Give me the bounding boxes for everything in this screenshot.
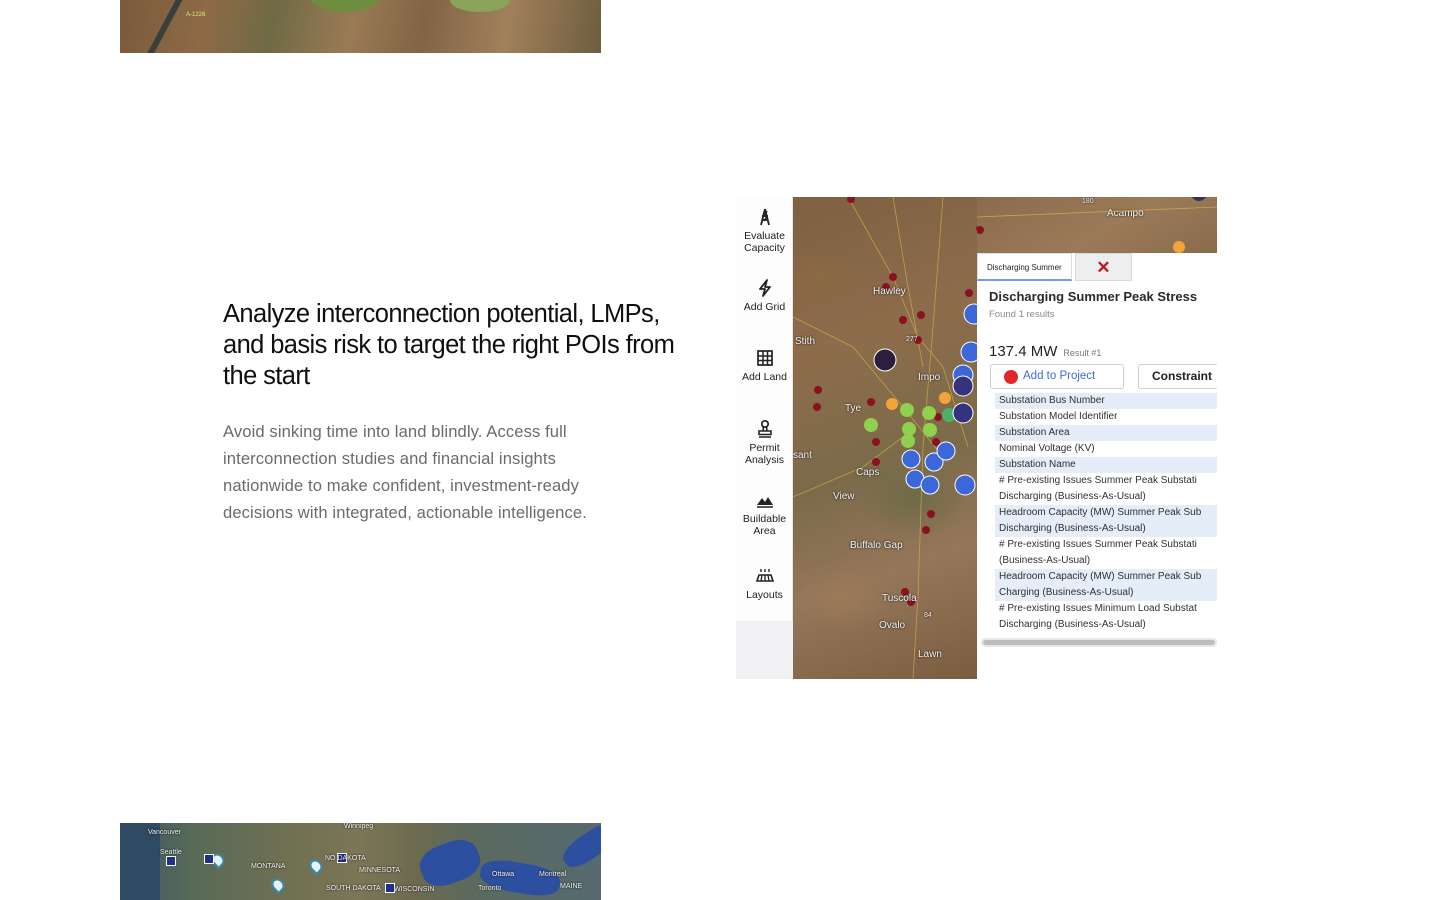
bottom-map-image: Vancouver Seattle Winnipeg MONTANA NO DA… [120, 823, 601, 900]
list-item: Nominal Voltage (KV) [995, 441, 1217, 457]
highway-shield: 84 [924, 612, 932, 619]
highway-shield: 277 [906, 336, 918, 343]
cart-icon [1004, 370, 1018, 384]
green-field-2 [450, 0, 510, 12]
horizontal-scrollbar[interactable] [981, 638, 1217, 647]
list-item: Substation Bus Number [995, 393, 1217, 409]
map-label: WISCONSIN [394, 886, 435, 893]
map-label: Ottawa [492, 871, 515, 878]
list-item: # Pre-existing Issues Summer Peak Substa… [995, 537, 1217, 553]
map-label: SOUTH DAKOTA [326, 885, 381, 892]
road-tag: A-1226 [186, 12, 206, 18]
list-item: Discharging (Business-As-Usual) [995, 521, 1217, 537]
tower-icon [759, 208, 770, 226]
map-label: Stith [795, 336, 816, 347]
map-label: Vancouver [148, 829, 181, 836]
list-item: Substation Area [995, 425, 1217, 441]
tool-add-land[interactable]: Add Land [736, 348, 793, 383]
tool-label: Buildable Area [742, 513, 787, 537]
list-item: Headroom Capacity (MW) Summer Peak Sub [995, 569, 1217, 585]
map-overlay [793, 197, 977, 679]
lake [558, 823, 601, 873]
map-label: Buffalo Gap [850, 540, 903, 551]
list-item: Headroom Capacity (MW) Summer Peak Sub [995, 505, 1217, 521]
map-label: MAINE [560, 883, 583, 890]
tool-add-grid[interactable]: Add Grid [736, 278, 793, 313]
site-marker-icon [204, 854, 214, 864]
map-label: Seattle [160, 849, 182, 856]
location-pin-icon [268, 875, 288, 895]
map-label: Tuscola [882, 593, 917, 604]
map-label: Montreal [539, 871, 567, 878]
list-item: (Business-As-Usual) [995, 553, 1217, 569]
solar-panel-icon [755, 569, 774, 582]
capacity-mw: 137.4 MW [989, 343, 1058, 360]
map-label: View [833, 491, 855, 502]
panel-subtitle: Found 1 results [989, 309, 1055, 320]
capacity-value: 137.4 MW Result #1 [989, 343, 1101, 360]
map-label: Tye [845, 403, 862, 414]
road-line [141, 0, 185, 53]
toolbar-footer [736, 621, 793, 679]
list-item: Discharging (Business-As-Usual) [995, 489, 1217, 505]
result-label: Result #1 [1063, 348, 1102, 358]
bolt-icon [758, 279, 771, 297]
list-item: Substation Name [995, 457, 1217, 473]
list-item: Substation Model Identifier [995, 409, 1217, 425]
app-screenshot: Evaluate Capacity Add Grid Add Land Perm… [736, 197, 1217, 679]
tool-label: Add Land [742, 371, 787, 383]
map-label: Ovalo [879, 620, 906, 631]
tool-label: Permit Analysis [744, 442, 785, 466]
site-marker-icon [166, 856, 176, 866]
map-label: Impo [918, 372, 941, 383]
tool-sidebar: Evaluate Capacity Add Grid Add Land Perm… [736, 197, 793, 679]
results-panel: Discharging Summer ✕ Discharging Summer … [977, 253, 1217, 679]
grid-icon [756, 350, 773, 366]
tool-buildable-area[interactable]: Buildable Area [736, 490, 793, 537]
list-item: Discharging (Business-As-Usual) [995, 617, 1217, 633]
list-item: Charging (Business-As-Usual) [995, 585, 1217, 601]
map-label: Winnipeg [344, 823, 374, 830]
map-label: MONTANA [251, 863, 286, 870]
lake [478, 856, 562, 900]
tool-evaluate-capacity[interactable]: Evaluate Capacity [736, 207, 793, 254]
map-label: Caps [856, 467, 880, 478]
stamp-icon [757, 419, 772, 438]
constraint-button[interactable]: Constraint [1138, 364, 1217, 389]
lake [414, 833, 486, 893]
map-label: MINNESOTA [359, 867, 401, 874]
add-to-project-label: Add to Project [1023, 370, 1096, 382]
terrain-icon [756, 497, 773, 508]
top-satellite-image: A-1226 [120, 0, 601, 53]
feature-body: Avoid sinking time into land blindly. Ac… [223, 422, 587, 522]
tab-discharging-summer[interactable]: Discharging Summer [977, 253, 1072, 281]
close-icon[interactable]: ✕ [1075, 253, 1132, 281]
tool-layouts[interactable]: Layouts [736, 566, 793, 601]
attribute-list: Substation Bus Number Substation Model I… [995, 393, 1217, 633]
list-item: # Pre-existing Issues Summer Peak Substa… [995, 473, 1217, 489]
tool-label: Evaluate Capacity [744, 230, 785, 254]
panel-title: Discharging Summer Peak Stress [989, 289, 1198, 304]
add-to-project-button[interactable]: Add to Project [990, 364, 1124, 389]
map-label: sant [793, 450, 812, 461]
map-label: Toronto [478, 885, 502, 892]
list-item: # Pre-existing Issues Minimum Load Subst… [995, 601, 1217, 617]
map-view[interactable]: Hawley Stith Impo Tye sant Caps View Buf… [793, 197, 977, 679]
map-label: Hawley [873, 286, 906, 297]
tool-label: Layouts [746, 589, 783, 601]
scrollbar-thumb[interactable] [983, 640, 1215, 645]
map-label: Lawn [918, 649, 942, 660]
feature-headline: Analyze interconnection potential, LMPs,… [223, 300, 675, 390]
location-pin-icon [306, 856, 326, 876]
map-label: NO DAKOTA [325, 855, 366, 862]
tool-label: Add Grid [743, 301, 786, 313]
panel-tabs: Discharging Summer ✕ [977, 253, 1217, 281]
tool-permit-analysis[interactable]: Permit Analysis [736, 419, 793, 466]
green-field [310, 0, 380, 12]
